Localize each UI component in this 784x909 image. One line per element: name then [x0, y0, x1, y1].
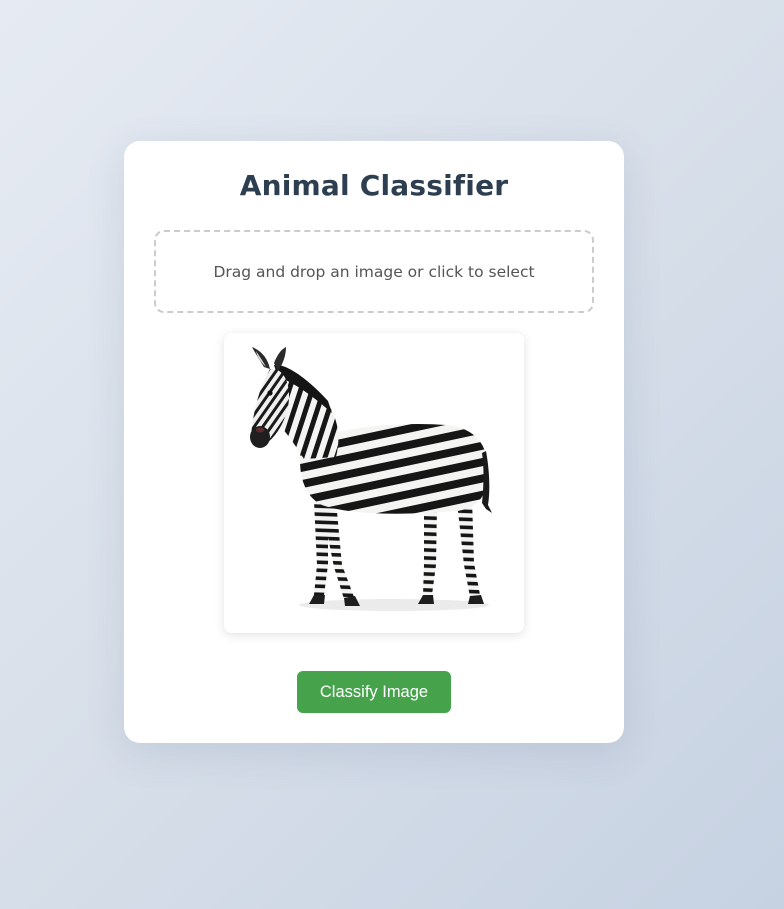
dropzone-instructions: Drag and drop an image or click to selec…: [213, 262, 535, 281]
image-dropzone[interactable]: Drag and drop an image or click to selec…: [154, 230, 594, 313]
page-title: Animal Classifier: [239, 169, 509, 202]
classify-button[interactable]: Classify Image: [297, 671, 451, 713]
image-preview: [224, 333, 524, 633]
zebra-image: [250, 347, 492, 611]
classifier-card: Animal Classifier Drag and drop an image…: [124, 141, 624, 743]
